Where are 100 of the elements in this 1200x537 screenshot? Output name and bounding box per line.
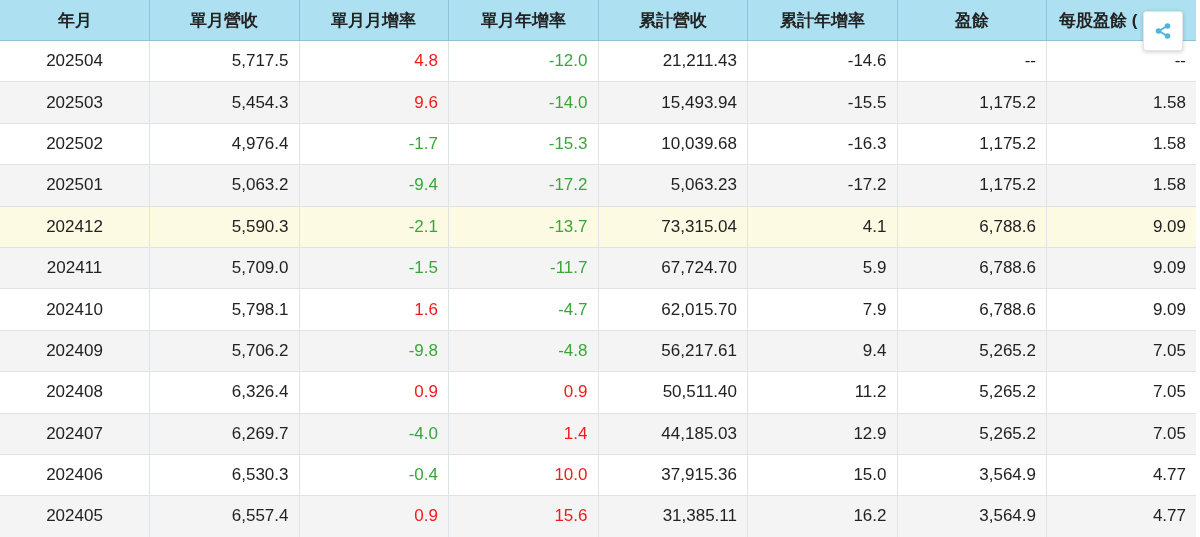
table-cell: 7.05: [1046, 371, 1196, 413]
table-cell: -2.1: [299, 206, 449, 248]
table-cell: --: [897, 40, 1047, 82]
table-cell: 7.05: [1046, 413, 1196, 455]
table-cell: 6,788.6: [897, 288, 1047, 331]
table-cell: 4.77: [1046, 495, 1196, 537]
table-cell: -15.3: [448, 123, 598, 165]
table-cell: 5,063.2: [149, 164, 299, 207]
table-cell: 202406: [0, 454, 150, 496]
table-cell: 1.58: [1046, 123, 1196, 165]
table-cell: 5,709.0: [149, 247, 299, 289]
table-cell: 5,717.5: [149, 40, 299, 82]
table-cell: -12.0: [448, 40, 598, 82]
table-cell: 10,039.68: [598, 123, 748, 165]
table-cell: -0.4: [299, 454, 449, 496]
table-cell: 15.0: [747, 454, 897, 496]
table-cell: 50,511.40: [598, 371, 748, 413]
table-cell: 6,269.7: [149, 413, 299, 455]
table-cell: 9.4: [747, 330, 897, 372]
table-cell: 4.77: [1046, 454, 1196, 496]
table-cell: 11.2: [747, 371, 897, 413]
table-cell: 6,557.4: [149, 495, 299, 537]
table-cell: 6,530.3: [149, 454, 299, 496]
table-cell: 0.9: [299, 495, 449, 537]
share-icon: [1155, 23, 1171, 39]
table-cell: 4,976.4: [149, 123, 299, 165]
table-cell: 5.9: [747, 247, 897, 289]
table-cell: 7.05: [1046, 330, 1196, 372]
table-cell: 31,385.11: [598, 495, 748, 537]
table-cell: 202408: [0, 371, 150, 413]
table-cell: 1.58: [1046, 81, 1196, 124]
table-cell: 202412: [0, 206, 150, 248]
table-cell: 5,265.2: [897, 413, 1047, 455]
table-cell: 6,788.6: [897, 206, 1047, 248]
table-cell: 5,265.2: [897, 371, 1047, 413]
table-cell: 62,015.70: [598, 288, 748, 331]
table-cell: 16.2: [747, 495, 897, 537]
column-header: 年月: [0, 0, 150, 41]
table-cell: -4.0: [299, 413, 449, 455]
table-cell: 7.9: [747, 288, 897, 331]
table-cell: -11.7: [448, 247, 598, 289]
table-cell: -1.5: [299, 247, 449, 289]
table-cell: 9.09: [1046, 206, 1196, 248]
table-cell: 21,211.43: [598, 40, 748, 82]
table-cell: 202405: [0, 495, 150, 537]
table-cell: 4.1: [747, 206, 897, 248]
table-cell: 202503: [0, 81, 150, 124]
table-cell: -17.2: [448, 164, 598, 207]
table-cell: 0.9: [448, 371, 598, 413]
table-cell: 9.09: [1046, 288, 1196, 331]
table-cell: 4.8: [299, 40, 449, 82]
table-cell: -4.7: [448, 288, 598, 331]
column-header: 單月年增率: [448, 0, 598, 41]
table-cell: 202502: [0, 123, 150, 165]
column-header: 單月月增率: [299, 0, 449, 41]
table-cell: 9.6: [299, 81, 449, 124]
table-cell: 1.6: [299, 288, 449, 331]
column-header: 單月營收: [149, 0, 299, 41]
table-cell: 202409: [0, 330, 150, 372]
table-cell: 9.09: [1046, 247, 1196, 289]
table-cell: -1.7: [299, 123, 449, 165]
table-cell: -14.6: [747, 40, 897, 82]
table-cell: 202410: [0, 288, 150, 331]
table-cell: 44,185.03: [598, 413, 748, 455]
table-cell: 10.0: [448, 454, 598, 496]
table-cell: 5,063.23: [598, 164, 748, 207]
table-cell: 56,217.61: [598, 330, 748, 372]
table-cell: 202407: [0, 413, 150, 455]
table-cell: 5,706.2: [149, 330, 299, 372]
table-cell: 5,590.3: [149, 206, 299, 248]
table-cell: -15.5: [747, 81, 897, 124]
table-cell: 12.9: [747, 413, 897, 455]
table-cell: 67,724.70: [598, 247, 748, 289]
table-cell: 202501: [0, 164, 150, 207]
table-cell: 5,265.2: [897, 330, 1047, 372]
table-cell: 1.4: [448, 413, 598, 455]
table-cell: 1,175.2: [897, 123, 1047, 165]
table-cell: 202411: [0, 247, 150, 289]
share-button[interactable]: [1143, 11, 1183, 51]
table-cell: 202504: [0, 40, 150, 82]
table-cell: 37,915.36: [598, 454, 748, 496]
table-cell: -14.0: [448, 81, 598, 124]
table-cell: -17.2: [747, 164, 897, 207]
table-cell: 15,493.94: [598, 81, 748, 124]
table-cell: -16.3: [747, 123, 897, 165]
table-cell: 15.6: [448, 495, 598, 537]
table-cell: 5,798.1: [149, 288, 299, 331]
table-cell: 6,788.6: [897, 247, 1047, 289]
table-cell: 3,564.9: [897, 454, 1047, 496]
table-cell: -9.8: [299, 330, 449, 372]
table-cell: 6,326.4: [149, 371, 299, 413]
table-cell: 3,564.9: [897, 495, 1047, 537]
column-header: 盈餘: [897, 0, 1047, 41]
table-cell: 73,315.04: [598, 206, 748, 248]
table-cell: -13.7: [448, 206, 598, 248]
table-cell: 5,454.3: [149, 81, 299, 124]
column-header: 累計營收: [598, 0, 748, 41]
table-cell: -4.8: [448, 330, 598, 372]
table-cell: 1.58: [1046, 164, 1196, 207]
table-cell: 1,175.2: [897, 81, 1047, 124]
